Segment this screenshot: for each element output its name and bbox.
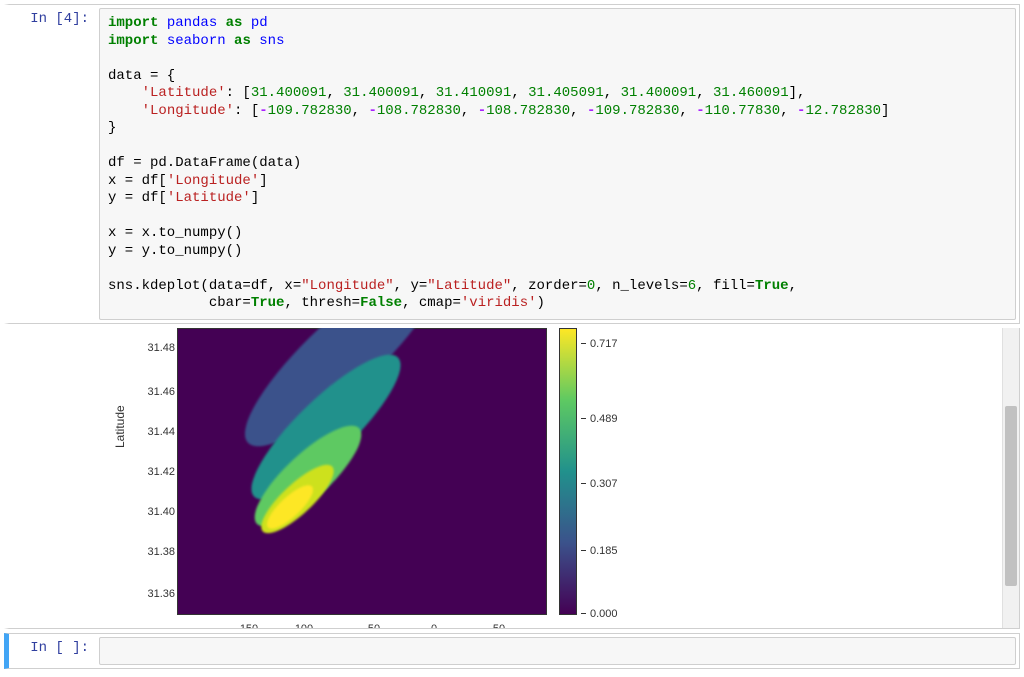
cbar-tick: 0.000 — [581, 608, 618, 620]
y-tick: 31.40 — [137, 506, 175, 518]
output-cell-1: Latitude 31.36 31.38 31.40 31.42 31.44 3… — [4, 328, 1020, 629]
x-tick: 50 — [479, 623, 519, 628]
colorbar — [559, 328, 577, 615]
x-tick: 0 — [414, 623, 454, 628]
x-tick: 100 — [284, 623, 324, 628]
cbar-tick: 0.185 — [581, 545, 618, 557]
y-tick: 31.44 — [137, 426, 175, 438]
code-content[interactable]: import pandas as pd import seaborn as sn… — [108, 15, 1007, 313]
y-tick: 31.42 — [137, 466, 175, 478]
input-prompt: In [4]: — [9, 5, 99, 323]
code-cell-2[interactable]: In [ ]: — [4, 633, 1020, 669]
code-editor-empty[interactable] — [99, 637, 1016, 665]
output-body: Latitude 31.36 31.38 31.40 31.42 31.44 3… — [99, 328, 1019, 628]
cbar-tick: 0.717 — [581, 338, 618, 350]
cbar-tick: 0.489 — [581, 413, 618, 425]
cbar-tick: 0.307 — [581, 478, 618, 490]
output-prompt — [9, 328, 99, 628]
y-tick: 31.48 — [137, 342, 175, 354]
code-cell-1[interactable]: In [4]: import pandas as pd import seabo… — [4, 4, 1020, 324]
plot-axes — [177, 328, 547, 615]
y-tick: 31.38 — [137, 546, 175, 558]
x-tick: 50 — [354, 623, 394, 628]
y-axis-label: Latitude — [113, 405, 127, 448]
scrollbar-thumb[interactable] — [1005, 406, 1017, 586]
kde-plot: Latitude 31.36 31.38 31.40 31.42 31.44 3… — [109, 328, 659, 628]
input-prompt: In [ ]: — [9, 634, 99, 668]
y-tick: 31.46 — [137, 386, 175, 398]
x-tick: 150 — [229, 623, 269, 628]
code-editor[interactable]: import pandas as pd import seaborn as sn… — [99, 8, 1016, 320]
output-scrollbar[interactable] — [1002, 328, 1019, 628]
y-tick: 31.36 — [137, 588, 175, 600]
